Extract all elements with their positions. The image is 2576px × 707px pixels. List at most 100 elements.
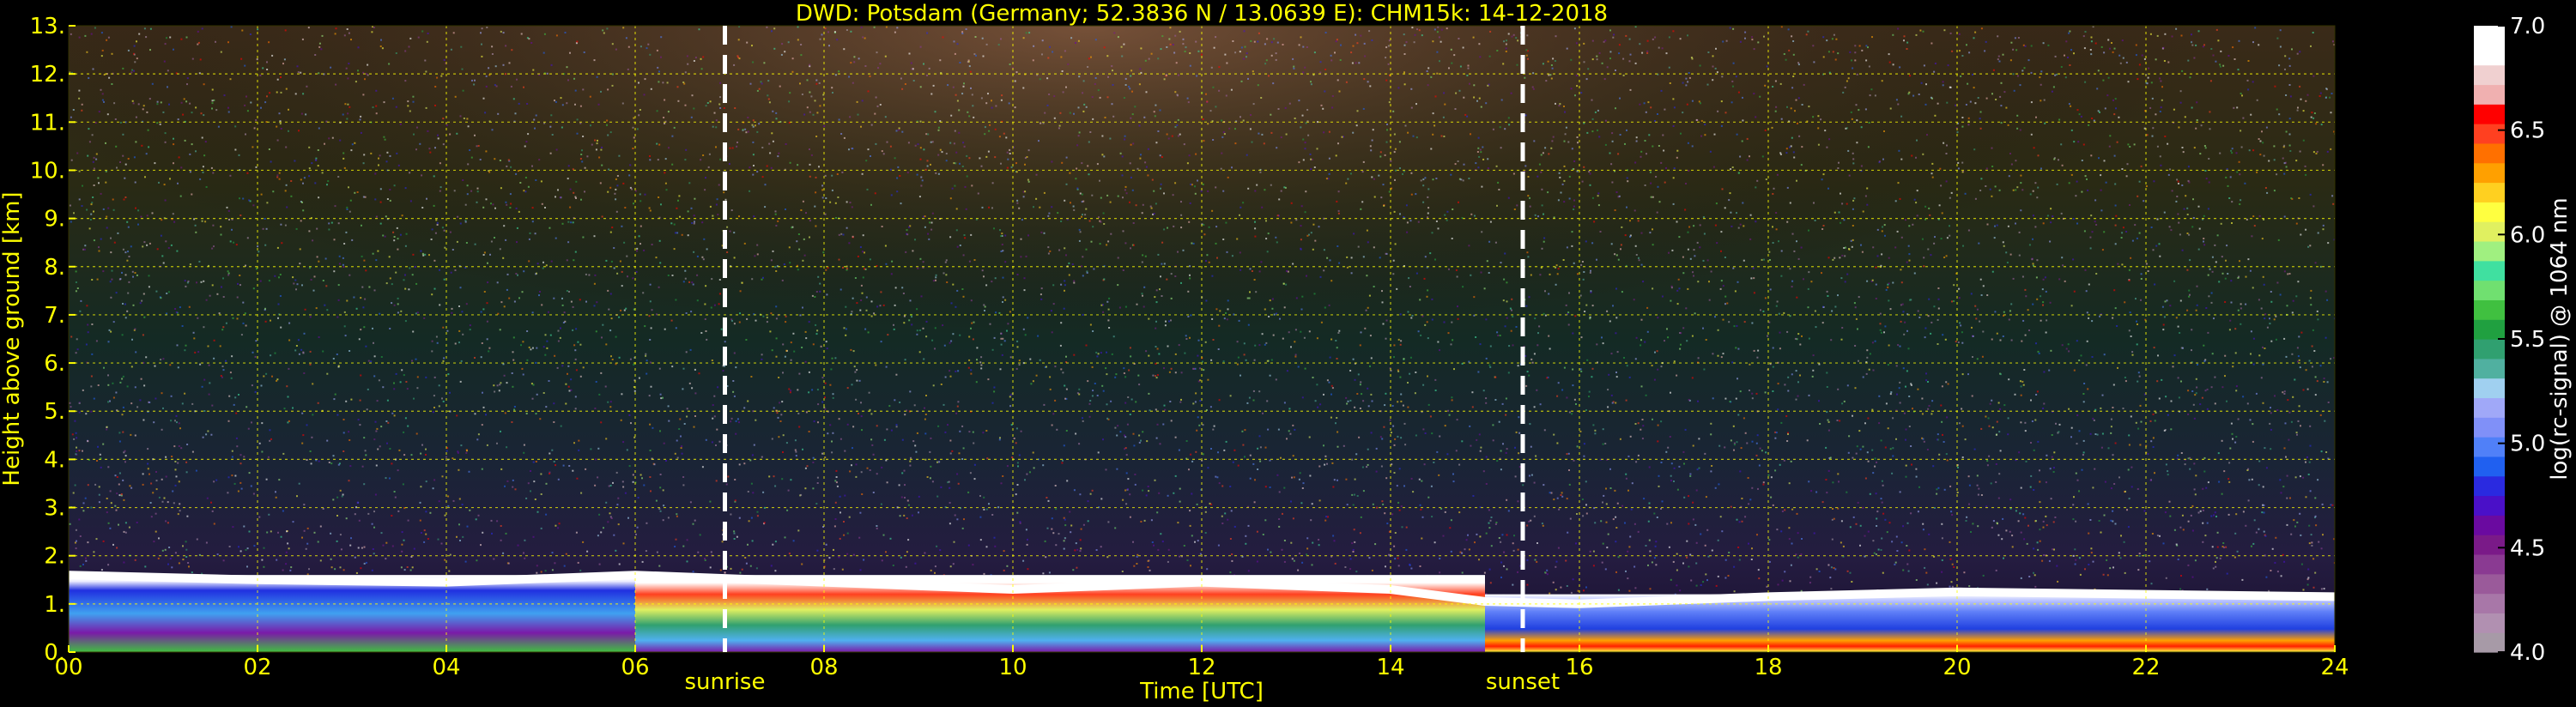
noise-speck <box>1555 560 1558 563</box>
noise-speck <box>532 69 535 71</box>
noise-speck <box>1670 462 1673 465</box>
noise-speck <box>775 355 778 358</box>
noise-speck <box>234 396 237 399</box>
noise-speck <box>1763 258 1765 261</box>
noise-speck <box>2100 189 2102 191</box>
noise-speck <box>880 341 882 343</box>
noise-speck <box>1852 516 1855 518</box>
noise-speck <box>516 78 518 81</box>
noise-speck <box>1924 327 1927 329</box>
noise-speck <box>342 113 344 116</box>
noise-speck <box>184 349 186 352</box>
noise-speck <box>1641 419 1644 420</box>
noise-speck <box>1779 331 1781 334</box>
noise-speck <box>97 384 100 386</box>
noise-speck <box>1667 446 1670 449</box>
noise-speck <box>332 358 335 360</box>
noise-speck <box>1660 420 1663 423</box>
noise-speck <box>1052 413 1055 415</box>
noise-speck <box>197 30 199 33</box>
noise-speck <box>1694 523 1697 526</box>
noise-speck <box>2197 30 2200 33</box>
noise-speck <box>1204 532 1207 534</box>
noise-speck <box>2292 299 2294 302</box>
noise-speck <box>198 553 201 556</box>
noise-speck <box>752 492 755 494</box>
noise-speck <box>339 139 342 142</box>
noise-speck <box>391 545 394 547</box>
noise-speck <box>1634 245 1637 247</box>
noise-speck <box>687 210 689 213</box>
noise-speck <box>2288 118 2291 120</box>
noise-speck <box>578 439 580 442</box>
noise-speck <box>925 133 928 136</box>
noise-speck <box>1610 163 1613 166</box>
noise-speck <box>1801 104 1803 106</box>
noise-speck <box>2255 392 2258 395</box>
noise-speck <box>1194 401 1197 403</box>
noise-speck <box>1834 568 1837 571</box>
noise-speck <box>1820 118 1822 121</box>
noise-speck <box>2252 41 2254 44</box>
noise-speck <box>2061 257 2064 259</box>
noise-speck <box>1189 52 1191 54</box>
noise-speck <box>643 484 646 486</box>
noise-speck <box>1852 239 1854 241</box>
noise-speck <box>1077 135 1080 137</box>
noise-speck <box>1174 436 1177 438</box>
noise-speck <box>1418 29 1421 32</box>
noise-speck <box>2203 456 2206 459</box>
noise-speck <box>1594 432 1597 435</box>
noise-speck <box>858 57 860 60</box>
noise-speck <box>254 390 257 393</box>
noise-speck <box>1712 353 1714 355</box>
noise-speck <box>150 516 153 518</box>
noise-speck <box>2130 257 2132 259</box>
noise-speck <box>474 79 476 82</box>
noise-speck <box>112 208 115 211</box>
noise-speck <box>1591 305 1594 307</box>
noise-speck <box>2312 205 2315 208</box>
noise-speck <box>1568 292 1570 294</box>
noise-speck <box>2120 535 2122 537</box>
noise-speck <box>1462 46 1464 49</box>
noise-speck <box>1591 39 1594 42</box>
noise-speck <box>1234 128 1236 130</box>
noise-speck <box>1179 133 1181 136</box>
noise-speck <box>655 499 658 502</box>
noise-speck <box>596 301 598 304</box>
noise-speck <box>2273 318 2276 321</box>
noise-speck <box>1690 57 1693 58</box>
noise-speck <box>2003 311 2005 313</box>
noise-speck <box>2007 417 2009 420</box>
noise-speck <box>722 370 724 372</box>
noise-speck <box>516 241 518 244</box>
noise-speck <box>675 538 677 541</box>
noise-speck <box>219 345 221 347</box>
noise-speck <box>370 152 373 154</box>
noise-speck <box>2250 330 2252 333</box>
noise-speck <box>500 187 502 190</box>
noise-speck <box>1784 509 1786 511</box>
noise-speck <box>2089 49 2092 51</box>
noise-speck <box>1946 416 1949 419</box>
noise-speck <box>904 414 906 416</box>
noise-speck <box>294 349 297 352</box>
noise-speck <box>2191 349 2192 352</box>
noise-speck <box>1583 271 1585 273</box>
noise-speck <box>73 438 76 440</box>
noise-speck <box>701 256 704 258</box>
noise-speck <box>1166 278 1168 281</box>
noise-speck <box>477 145 480 147</box>
noise-speck <box>1942 84 1944 87</box>
noise-speck <box>1517 365 1519 367</box>
noise-speck <box>253 545 256 547</box>
noise-speck <box>1282 337 1284 340</box>
noise-speck <box>1480 446 1482 449</box>
noise-speck <box>1566 47 1568 50</box>
noise-speck <box>394 496 397 499</box>
noise-speck <box>1590 291 1592 293</box>
noise-speck <box>2101 432 2104 435</box>
noise-speck <box>2094 42 2097 45</box>
noise-speck <box>1049 250 1052 252</box>
